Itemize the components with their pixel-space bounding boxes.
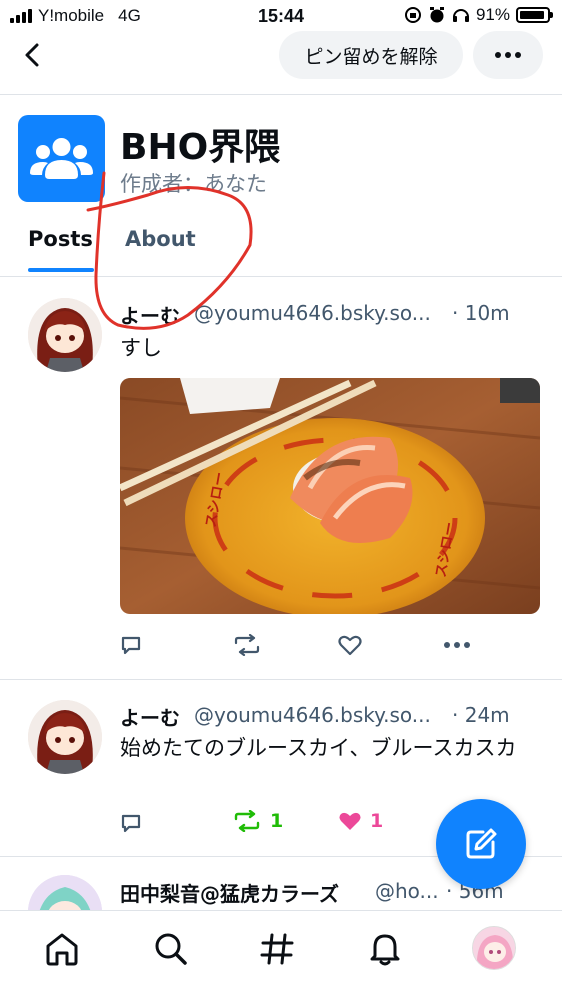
dot-icon — [515, 52, 521, 58]
home-icon[interactable] — [42, 929, 82, 969]
post-timestamp: · 10m — [452, 301, 510, 325]
post-author-handle[interactable]: @youmu4646.bsky.so... — [194, 301, 431, 325]
chibi-avatar-icon — [28, 298, 102, 372]
post-timestamp: · 24m — [452, 703, 510, 727]
back-arrow-icon[interactable] — [18, 40, 48, 70]
dot-icon — [464, 642, 470, 648]
reply-icon — [121, 636, 141, 655]
avatar[interactable] — [28, 700, 102, 774]
users-icon — [30, 138, 93, 179]
divider — [0, 276, 562, 277]
dot-icon — [444, 642, 450, 648]
repost-button[interactable]: 1 — [232, 810, 283, 832]
heart-icon — [338, 635, 362, 656]
post-more-button[interactable] — [444, 642, 470, 648]
active-tab-indicator — [28, 268, 94, 272]
notifications-bell-icon[interactable] — [365, 929, 405, 969]
feeds-hashtag-icon[interactable] — [257, 929, 297, 969]
like-button[interactable] — [338, 634, 362, 656]
repost-icon — [234, 634, 260, 656]
feed-creator: 作成者：あなた — [120, 172, 267, 196]
feed-title: BHO界隈 — [120, 127, 281, 168]
post-image[interactable]: スシロー スシロー — [120, 378, 540, 614]
dot-icon — [495, 52, 501, 58]
sushi-plate-image: スシロー スシロー — [120, 378, 540, 614]
post-author-handle[interactable]: @youmu4646.bsky.so... — [194, 703, 431, 727]
post-author-name[interactable]: よーむ — [120, 702, 180, 731]
dot-icon — [505, 52, 511, 58]
chibi-avatar-icon — [28, 700, 102, 774]
status-bar: Y!mobile 4G 15:44 91% — [0, 0, 562, 32]
post-author-name[interactable]: よーむ — [120, 300, 180, 329]
profile-avatar-image — [473, 927, 515, 969]
post-text: 始めたてのブルースカイ、ブルースカスカ — [120, 736, 517, 760]
avatar[interactable] — [28, 298, 102, 372]
compose-icon — [466, 828, 497, 859]
feed-avatar — [18, 115, 105, 202]
battery-icon — [516, 7, 553, 23]
reply-button[interactable] — [120, 634, 142, 656]
post-author-handle[interactable]: @ho... — [375, 879, 439, 903]
repost-icon — [234, 810, 260, 832]
unpin-button[interactable]: ピン留めを解除 — [279, 31, 463, 79]
profile-avatar[interactable] — [472, 926, 516, 970]
status-right: 91% — [404, 5, 553, 25]
heart-filled-icon — [339, 812, 361, 830]
more-options-button[interactable] — [473, 31, 543, 79]
post-text: すし — [120, 336, 162, 360]
repost-count: 1 — [270, 810, 284, 832]
bottom-nav — [0, 910, 562, 1000]
battery-percent: 91% — [475, 5, 510, 24]
repost-button[interactable] — [232, 634, 262, 656]
reply-button[interactable] — [120, 812, 142, 834]
alarm-icon — [429, 7, 444, 23]
post-author-name[interactable]: 田中梨音@猛虎カラーズ — [120, 878, 339, 907]
tab-posts[interactable]: Posts — [28, 227, 93, 251]
headphones-icon — [452, 9, 469, 22]
like-count: 1 — [370, 810, 384, 832]
dot-icon — [454, 642, 460, 648]
divider — [0, 679, 562, 680]
tab-about[interactable]: About — [125, 227, 196, 251]
like-button[interactable]: 1 — [338, 810, 383, 832]
divider — [0, 94, 562, 95]
compose-button[interactable] — [436, 799, 526, 889]
search-icon[interactable] — [151, 929, 191, 969]
reply-icon — [121, 814, 141, 833]
orientation-lock-icon — [404, 7, 421, 23]
